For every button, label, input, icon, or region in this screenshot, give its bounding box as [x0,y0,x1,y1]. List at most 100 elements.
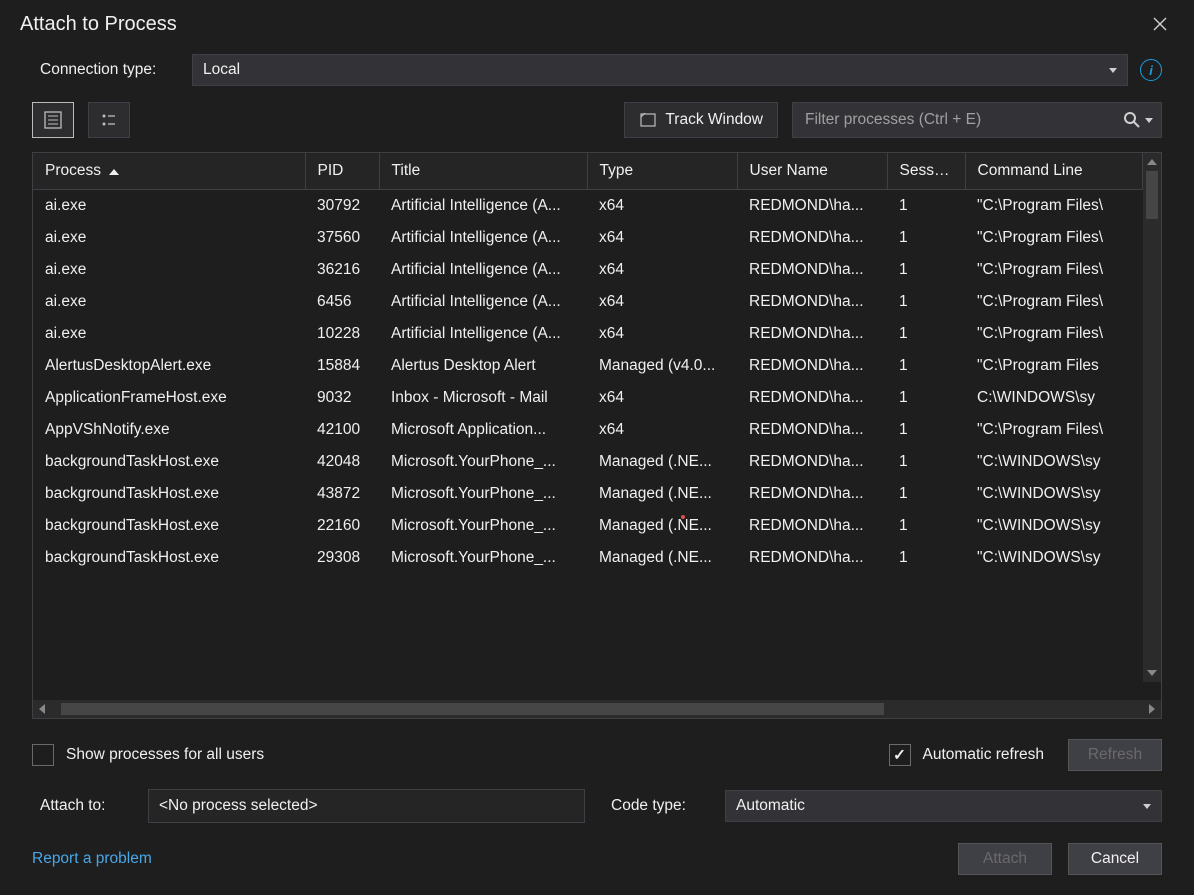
cell-title: Microsoft Application... [379,414,587,446]
process-grid: Process PID Title Type User Name Session… [32,152,1162,719]
table-view-button[interactable] [32,102,74,138]
track-window-button[interactable]: Track Window [624,102,778,138]
table-row[interactable]: backgroundTaskHost.exe43872Microsoft.You… [33,478,1143,510]
cell-type: x64 [587,254,737,286]
column-process[interactable]: Process [33,153,305,190]
filter-input[interactable]: Filter processes (Ctrl + E) [792,102,1162,138]
table-row[interactable]: ai.exe36216Artificial Intelligence (A...… [33,254,1143,286]
cell-cmd: "C:\Program Files\ [965,414,1143,446]
cell-type: x64 [587,190,737,223]
close-button[interactable] [1146,10,1174,38]
search-icon [1123,111,1141,129]
scroll-thumb[interactable] [61,703,884,715]
show-all-users-checkbox[interactable]: Show processes for all users [32,744,264,766]
cell-title: Microsoft.YourPhone_... [379,446,587,478]
info-button[interactable]: i [1140,59,1162,81]
table-row[interactable]: AppVShNotify.exe42100Microsoft Applicati… [33,414,1143,446]
cell-user: REDMOND\ha... [737,478,887,510]
attach-to-value: <No process selected> [159,797,318,815]
refresh-button[interactable]: Refresh [1068,739,1162,771]
vertical-scrollbar[interactable] [1143,153,1161,682]
attach-button[interactable]: Attach [958,843,1052,875]
cancel-button[interactable]: Cancel [1068,843,1162,875]
cell-session: 1 [887,510,965,542]
cell-process: ai.exe [33,286,305,318]
cell-type: x64 [587,222,737,254]
cell-pid: 29308 [305,542,379,574]
cell-cmd: "C:\Program Files [965,350,1143,382]
column-user[interactable]: User Name [737,153,887,190]
cell-title: Microsoft.YourPhone_... [379,478,587,510]
cell-process: backgroundTaskHost.exe [33,542,305,574]
cell-session: 1 [887,318,965,350]
column-pid[interactable]: PID [305,153,379,190]
cell-cmd: "C:\Program Files\ [965,254,1143,286]
toolbar: Track Window Filter processes (Ctrl + E) [0,94,1194,146]
cell-cmd: "C:\WINDOWS\sy [965,446,1143,478]
process-table[interactable]: Process PID Title Type User Name Session… [33,153,1143,574]
cell-process: AppVShNotify.exe [33,414,305,446]
cell-pid: 43872 [305,478,379,510]
cell-process: ai.exe [33,318,305,350]
code-type-value: Automatic [736,797,805,815]
report-problem-link[interactable]: Report a problem [32,850,152,868]
cell-title: Microsoft.YourPhone_... [379,542,587,574]
scroll-right-button[interactable] [1143,700,1161,718]
tree-view-icon [99,110,119,130]
cell-pid: 30792 [305,190,379,223]
cell-pid: 10228 [305,318,379,350]
table-view-icon [43,110,63,130]
table-row[interactable]: ApplicationFrameHost.exe9032Inbox - Micr… [33,382,1143,414]
cell-cmd: "C:\WINDOWS\sy [965,478,1143,510]
show-all-users-label: Show processes for all users [66,746,264,764]
column-cmd[interactable]: Command Line [965,153,1143,190]
chevron-down-icon [1143,804,1151,809]
cell-cmd: C:\WINDOWS\sy [965,382,1143,414]
connection-type-combo[interactable]: Local [192,54,1128,86]
cell-process: ai.exe [33,222,305,254]
automatic-refresh-checkbox[interactable]: Automatic refresh [889,744,1044,766]
cell-process: AlertusDesktopAlert.exe [33,350,305,382]
cell-session: 1 [887,190,965,223]
column-title[interactable]: Title [379,153,587,190]
cell-session: 1 [887,382,965,414]
titlebar: Attach to Process [0,0,1194,46]
options-row: Show processes for all users Automatic r… [0,729,1194,781]
cell-process: backgroundTaskHost.exe [33,510,305,542]
triangle-left-icon [39,704,45,714]
column-type[interactable]: Type [587,153,737,190]
table-row[interactable]: backgroundTaskHost.exe29308Microsoft.You… [33,542,1143,574]
scroll-up-button[interactable] [1143,153,1161,171]
scroll-down-button[interactable] [1143,664,1161,682]
cell-user: REDMOND\ha... [737,286,887,318]
table-row[interactable]: ai.exe37560Artificial Intelligence (A...… [33,222,1143,254]
table-row[interactable]: ai.exe10228Artificial Intelligence (A...… [33,318,1143,350]
cell-session: 1 [887,350,965,382]
cell-process: ai.exe [33,254,305,286]
table-row[interactable]: backgroundTaskHost.exe22160Microsoft.You… [33,510,1143,542]
cell-session: 1 [887,542,965,574]
cell-type: Managed (v4.0... [587,350,737,382]
cell-session: 1 [887,446,965,478]
table-row[interactable]: ai.exe6456Artificial Intelligence (A...x… [33,286,1143,318]
cell-title: Artificial Intelligence (A... [379,254,587,286]
tree-view-button[interactable] [88,102,130,138]
cell-pid: 36216 [305,254,379,286]
attach-to-field[interactable]: <No process selected> [148,789,585,823]
table-row[interactable]: ai.exe30792Artificial Intelligence (A...… [33,190,1143,223]
cell-session: 1 [887,478,965,510]
cell-cmd: "C:\Program Files\ [965,318,1143,350]
column-session[interactable]: Session [887,153,965,190]
target-icon [639,111,657,129]
table-row[interactable]: backgroundTaskHost.exe42048Microsoft.You… [33,446,1143,478]
horizontal-scrollbar[interactable] [33,700,1161,718]
table-row[interactable]: AlertusDesktopAlert.exe15884Alertus Desk… [33,350,1143,382]
scroll-left-button[interactable] [33,700,51,718]
cell-title: Artificial Intelligence (A... [379,222,587,254]
code-type-combo[interactable]: Automatic [725,790,1162,822]
cell-cmd: "C:\WINDOWS\sy [965,542,1143,574]
sort-ascending-icon [109,169,119,175]
cell-user: REDMOND\ha... [737,414,887,446]
scroll-thumb[interactable] [1146,171,1158,219]
cell-pid: 42048 [305,446,379,478]
